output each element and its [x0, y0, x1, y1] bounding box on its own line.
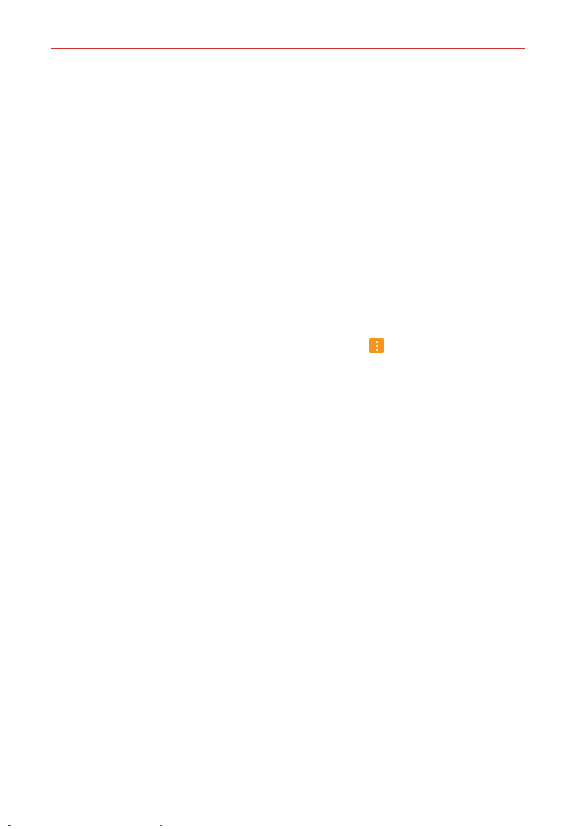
more-vert-icon	[369, 338, 384, 353]
crop-mark	[160, 825, 162, 826]
menu-dot	[375, 340, 378, 343]
crop-mark	[8, 825, 11, 826]
menu-dot	[375, 344, 378, 347]
manual-page	[0, 0, 577, 829]
menu-dot	[375, 348, 378, 351]
header-rule	[51, 48, 525, 49]
